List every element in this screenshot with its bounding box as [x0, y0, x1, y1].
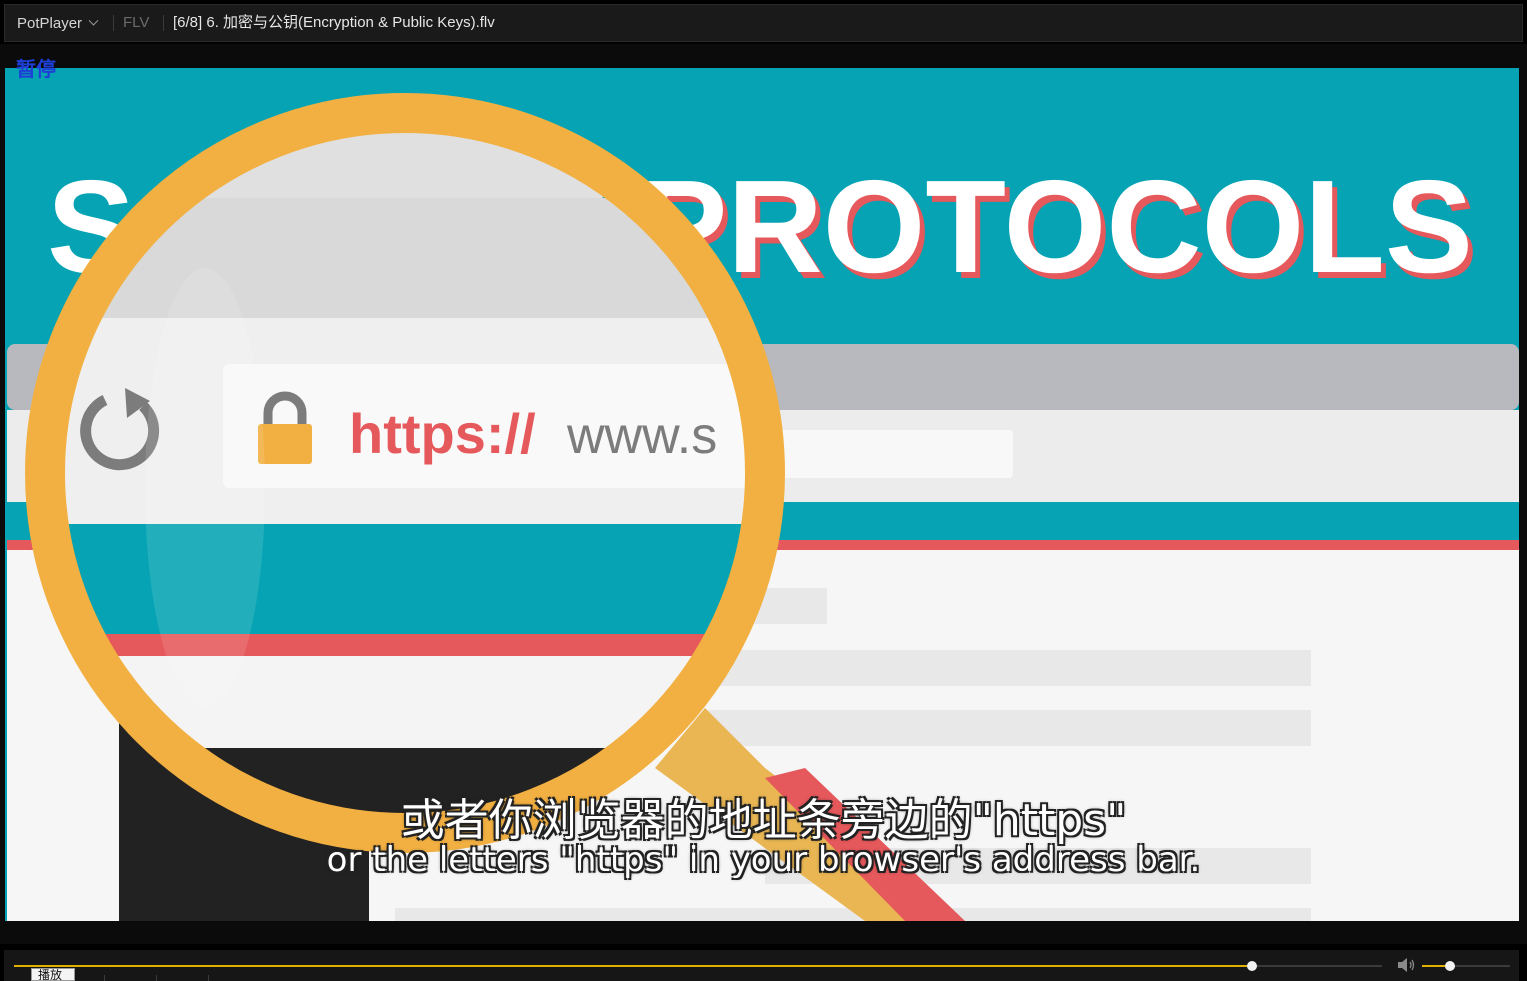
seek-bar-fill — [14, 965, 1253, 967]
file-title: [6/8] 6. 加密与公钥(Encryption & Public Keys)… — [173, 14, 495, 31]
banner-headline: PROTOCOLS — [639, 153, 1473, 300]
control-button-slot[interactable] — [156, 975, 208, 981]
magnified-url-rest: www.s — [566, 407, 717, 465]
volume-icon[interactable] — [1397, 957, 1415, 973]
app-menu-button[interactable]: PotPlayer — [5, 5, 113, 41]
divider — [163, 15, 164, 31]
seek-bar-handle[interactable] — [1247, 961, 1258, 971]
magnified-url-https: https:// — [349, 402, 536, 465]
chevron-down-icon — [88, 15, 99, 26]
app-name: PotPlayer — [17, 14, 83, 32]
page-line — [705, 710, 1311, 746]
seek-bar[interactable] — [14, 961, 1382, 971]
play-tooltip: 播放 — [31, 968, 75, 981]
control-button-slot[interactable] — [208, 975, 260, 981]
subtitle-english: or the letters "https" in your browser's… — [326, 840, 1201, 880]
volume-slider[interactable] — [1422, 961, 1510, 971]
title-bar: PotPlayer FLV [6/8] 6. 加密与公钥(Encryption … — [0, 0, 1527, 44]
page-line — [705, 650, 1311, 686]
pause-osd-text: 暂停 — [16, 57, 56, 81]
format-label: FLV — [123, 14, 150, 31]
subtitle-chinese: 或者你浏览器的地址条旁边的"https" — [400, 795, 1127, 846]
title-bar-inner: PotPlayer FLV [6/8] 6. 加密与公钥(Encryption … — [4, 4, 1523, 42]
divider — [113, 15, 114, 31]
control-button-slot[interactable] — [104, 975, 156, 981]
volume-slider-handle[interactable] — [1445, 961, 1456, 971]
